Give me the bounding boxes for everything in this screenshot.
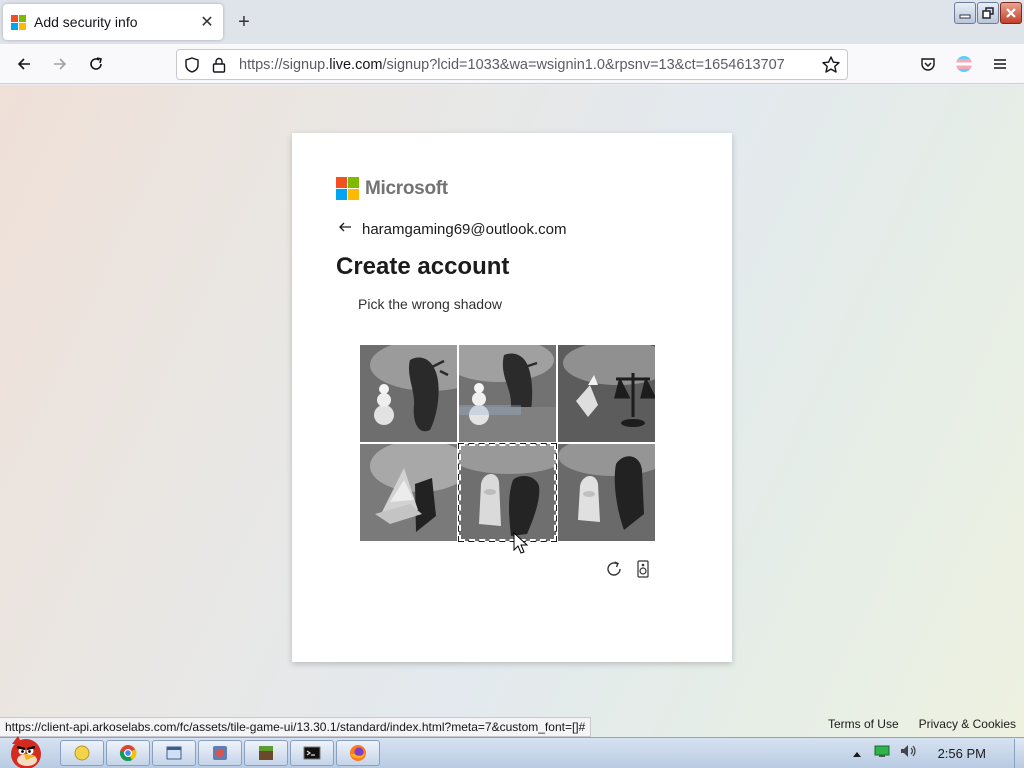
close-window-button[interactable]	[1000, 2, 1022, 24]
media-app-icon	[213, 746, 227, 760]
tab-close-icon[interactable]: ✕	[195, 12, 219, 32]
url-prefix: https://signup.	[239, 57, 330, 73]
back-button[interactable]	[12, 52, 36, 76]
taskbar: 2:56 PM	[0, 736, 1024, 768]
page-content: Microsoft haramgaming69@outlook.com Crea…	[0, 85, 1024, 737]
url-host: live.com	[329, 57, 383, 73]
taskbar-terminal[interactable]	[290, 740, 334, 766]
arrow-right-icon	[54, 58, 67, 70]
folder-icon	[74, 745, 90, 761]
captcha-tools	[604, 559, 650, 584]
window-app-icon	[166, 746, 182, 760]
taskbar-app[interactable]	[152, 740, 196, 766]
mouse-cursor-icon	[513, 532, 529, 554]
taskbar-minecraft[interactable]	[244, 740, 288, 766]
url-path: /signup?lcid=1033&wa=wsignin1.0&rpsnv=13…	[382, 57, 785, 73]
taskbar-chrome[interactable]	[106, 740, 150, 766]
show-hidden-icons-button[interactable]	[852, 745, 862, 763]
audio-captcha-button[interactable]	[636, 560, 650, 583]
refresh-captcha-button[interactable]	[604, 559, 624, 584]
system-clock[interactable]: 2:56 PM	[938, 746, 986, 761]
arrow-left-icon	[339, 222, 351, 232]
captcha-tile[interactable]	[459, 345, 556, 442]
refresh-icon	[607, 561, 621, 576]
captcha-tile[interactable]	[558, 444, 655, 541]
navigation-toolbar: https://signup.live.com/signup?lcid=1033…	[0, 44, 1024, 84]
lock-icon[interactable]	[211, 56, 227, 79]
captcha-tile-grid	[360, 345, 656, 542]
angry-bird-start-icon	[11, 736, 41, 768]
captcha-prompt: Pick the wrong shadow	[358, 296, 502, 312]
minecraft-grass-block-icon	[259, 746, 273, 760]
arrow-left-icon	[17, 58, 30, 70]
back-arrow-button[interactable]	[338, 220, 352, 239]
menu-button[interactable]	[988, 52, 1012, 76]
page-title: Create account	[336, 253, 510, 280]
restore-button[interactable]	[977, 2, 999, 24]
captcha-tile[interactable]	[360, 345, 457, 442]
speaker-icon	[637, 560, 649, 578]
privacy-link[interactable]: Privacy & Cookies	[919, 717, 1016, 731]
system-tray: 2:56 PM	[852, 738, 1024, 768]
microsoft-favicon-icon	[11, 15, 26, 30]
command-prompt-icon	[303, 746, 321, 760]
account-email: haramgaming69@outlook.com	[362, 221, 567, 238]
new-tab-button[interactable]: +	[232, 10, 256, 34]
firefox-icon	[350, 745, 366, 761]
terms-link[interactable]: Terms of Use	[828, 717, 899, 731]
show-desktop-button[interactable]	[1014, 738, 1024, 768]
close-icon	[1006, 8, 1016, 18]
account-avatar-icon	[956, 56, 972, 72]
restore-icon	[982, 7, 994, 19]
footer-links: Terms of Use Privacy & Cookies	[828, 717, 1016, 731]
window-controls	[954, 2, 1022, 24]
brand-name: Microsoft	[365, 177, 448, 199]
pocket-button[interactable]	[916, 52, 940, 76]
reload-button[interactable]	[84, 52, 108, 76]
microsoft-logo: Microsoft	[336, 177, 448, 200]
signup-card: Microsoft haramgaming69@outlook.com Crea…	[292, 133, 732, 662]
chevron-up-icon	[852, 751, 861, 757]
account-button[interactable]	[952, 52, 976, 76]
tab-strip: Add security info ✕ +	[0, 0, 1024, 44]
reload-icon	[90, 57, 102, 70]
minimize-icon	[959, 14, 971, 19]
microsoft-logo-icon	[336, 177, 359, 200]
captcha-tile[interactable]	[360, 444, 457, 541]
browser-status-url: https://client-api.arkoselabs.com/fc/ass…	[0, 717, 592, 737]
bookmark-star-icon[interactable]	[821, 55, 841, 80]
forward-button[interactable]	[48, 52, 72, 76]
url-text[interactable]: https://signup.live.com/signup?lcid=1033…	[239, 57, 809, 73]
volume-icon[interactable]	[900, 744, 918, 763]
hamburger-menu-icon	[994, 59, 1006, 69]
address-bar[interactable]: https://signup.live.com/signup?lcid=1033…	[176, 49, 848, 80]
taskbar-firefox[interactable]	[336, 740, 380, 766]
taskbar-explorer[interactable]	[60, 740, 104, 766]
chrome-icon	[119, 745, 137, 762]
browser-tab[interactable]: Add security info ✕	[3, 4, 223, 40]
minimize-button[interactable]	[954, 2, 976, 24]
captcha-tile-selected[interactable]	[458, 443, 557, 542]
taskbar-app[interactable]	[198, 740, 242, 766]
tab-title: Add security info	[34, 14, 138, 30]
identity-banner: haramgaming69@outlook.com	[338, 220, 567, 239]
pocket-icon	[921, 58, 935, 71]
network-icon[interactable]	[874, 744, 890, 763]
captcha-tile[interactable]	[558, 345, 655, 442]
start-button[interactable]	[0, 732, 52, 768]
tracking-shield-icon[interactable]	[183, 56, 201, 79]
